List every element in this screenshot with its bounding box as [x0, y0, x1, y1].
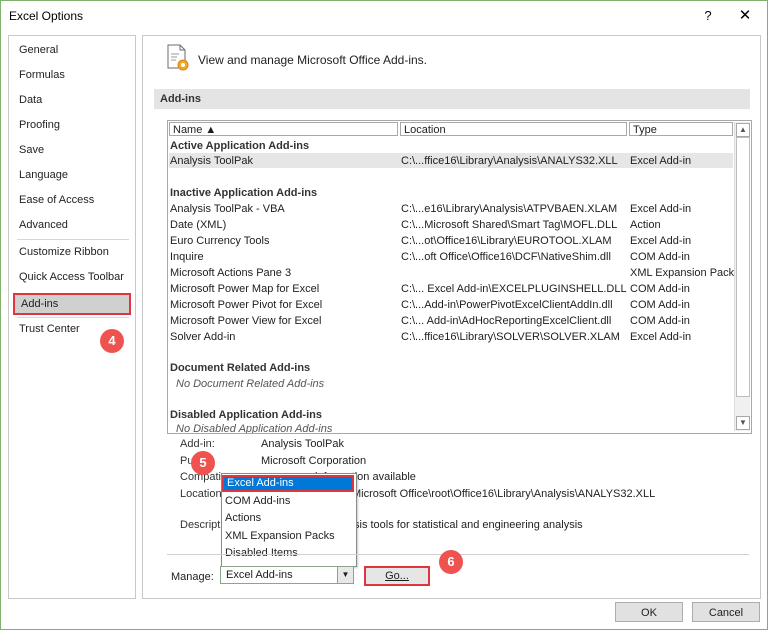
options-sidebar: General Formulas Data Proofing Save Lang… [8, 35, 136, 599]
dropdown-option-excel-add-ins[interactable]: Excel Add-ins [222, 475, 354, 492]
table-row-type[interactable]: Action [630, 218, 661, 232]
sidebar-item-formulas[interactable]: Formulas [19, 69, 65, 81]
sidebar-divider [17, 317, 129, 318]
step-badge-6: 6 [439, 550, 463, 574]
add-ins-gear-icon [167, 44, 189, 71]
detail-location-label: Location [180, 488, 222, 500]
sidebar-item-language[interactable]: Language [19, 169, 68, 181]
sidebar-item-general[interactable]: General [19, 44, 58, 56]
scroll-up-arrow-icon[interactable]: ▲ [736, 123, 750, 137]
step-badge-5: 5 [191, 451, 215, 475]
table-row-name[interactable]: Microsoft Power Map for Excel [170, 282, 319, 296]
add-ins-panel: View and manage Microsoft Office Add-ins… [142, 35, 761, 599]
table-row-name[interactable]: Microsoft Actions Pane 3 [170, 266, 291, 280]
table-row-location[interactable]: C:\...Microsoft Shared\Smart Tag\MOFL.DL… [401, 218, 617, 232]
sidebar-item-advanced[interactable]: Advanced [19, 219, 68, 231]
dropdown-option-actions[interactable]: Actions [222, 510, 354, 527]
table-row-location[interactable]: C:\...ot\Office16\Library\EUROTOOL.XLAM [401, 234, 612, 248]
table-row-type[interactable]: COM Add-in [630, 314, 690, 328]
column-header-type[interactable]: Type [629, 122, 733, 136]
sidebar-item-ease-of-access[interactable]: Ease of Access [19, 194, 94, 206]
chevron-down-icon[interactable]: ▼ [337, 567, 353, 583]
table-row-type[interactable]: Excel Add-in [630, 234, 691, 248]
excel-options-window: Excel Options ? ✕ General Formulas Data … [0, 0, 768, 630]
ok-button[interactable]: OK [615, 602, 683, 622]
manage-dropdown-list[interactable]: Excel Add-ins COM Add-ins Actions XML Ex… [221, 473, 357, 567]
column-header-name[interactable]: Name ▲ [169, 122, 398, 136]
panel-heading: View and manage Microsoft Office Add-ins… [198, 53, 428, 67]
detail-desc-label: Descript [180, 519, 221, 531]
dropdown-option-com-add-ins[interactable]: COM Add-ins [222, 493, 354, 510]
manage-select[interactable]: Excel Add-ins ▼ [220, 566, 354, 584]
scroll-thumb[interactable] [736, 137, 750, 397]
document-empty-text: No Document Related Add-ins [176, 378, 325, 390]
sidebar-item-save[interactable]: Save [19, 144, 44, 156]
add-ins-table[interactable]: Name ▲ Location Type Active Application … [167, 120, 752, 434]
add-ins-section-header: Add-ins [154, 89, 750, 109]
table-row-location[interactable]: C:\... Add-in\AdHocReportingExcelClient.… [401, 314, 611, 328]
table-row-name[interactable]: Analysis ToolPak - VBA [170, 202, 285, 216]
manage-label: Manage: [171, 571, 214, 583]
sidebar-item-add-ins[interactable]: Add-ins [13, 293, 131, 315]
detail-location-value: Microsoft Office\root\Office16\Library\A… [352, 488, 656, 500]
scroll-down-arrow-icon[interactable]: ▼ [736, 416, 750, 430]
sidebar-divider [17, 239, 129, 240]
detail-desc-value: sis tools for statistical and engineerin… [354, 519, 583, 531]
table-row-location[interactable]: C:\...ffice16\Library\Analysis\ANALYS32.… [401, 154, 618, 168]
group-disabled: Disabled Application Add-ins [170, 409, 322, 421]
sidebar-item-data[interactable]: Data [19, 94, 42, 106]
sidebar-item-customize-ribbon[interactable]: Customize Ribbon [19, 246, 109, 258]
go-button[interactable]: Go... [364, 566, 430, 586]
group-document-related: Document Related Add-ins [170, 362, 311, 374]
sidebar-item-proofing[interactable]: Proofing [19, 119, 60, 131]
table-row-type[interactable]: XML Expansion Pack [630, 266, 734, 280]
table-row-location[interactable]: C:\...Add-in\PowerPivotExcelClientAddIn.… [401, 298, 613, 312]
table-row-type[interactable]: Excel Add-in [630, 202, 691, 216]
title-bar: Excel Options ? ✕ [1, 1, 767, 31]
group-inactive: Inactive Application Add-ins [170, 187, 318, 199]
table-row-type[interactable]: COM Add-in [630, 250, 690, 264]
sidebar-item-quick-access-toolbar[interactable]: Quick Access Toolbar [19, 271, 124, 283]
table-row-location[interactable]: C:\...ffice16\Library\SOLVER\SOLVER.XLAM [401, 330, 620, 344]
sidebar-item-add-ins-label: Add-ins [21, 298, 59, 310]
group-active: Active Application Add-ins [170, 140, 310, 152]
step-badge-4: 4 [100, 329, 124, 353]
table-row-location[interactable]: C:\... Excel Add-in\EXCELPLUGINSHELL.DLL [401, 282, 627, 296]
manage-select-value: Excel Add-ins [226, 569, 293, 581]
table-row-name[interactable]: Euro Currency Tools [170, 234, 269, 248]
table-row-name[interactable]: Solver Add-in [170, 330, 235, 344]
table-row-type[interactable]: COM Add-in [630, 298, 690, 312]
detail-publisher-value: Microsoft Corporation [261, 455, 367, 467]
column-header-location[interactable]: Location [400, 122, 627, 136]
disabled-empty-text: No Disabled Application Add-ins [176, 423, 333, 434]
cancel-button[interactable]: Cancel [692, 602, 760, 622]
sidebar-item-trust-center[interactable]: Trust Center [19, 323, 80, 335]
table-row-type[interactable]: Excel Add-in [630, 330, 691, 344]
table-row-location[interactable]: C:\...oft Office\Office16\DCF\NativeShim… [401, 250, 611, 264]
detail-addin-label: Add-in: [180, 438, 215, 450]
close-button[interactable]: ✕ [733, 5, 757, 27]
section-label: Add-ins [160, 93, 201, 105]
table-row-type[interactable]: Excel Add-in [630, 154, 691, 168]
table-row-type[interactable]: COM Add-in [630, 282, 690, 296]
help-button[interactable]: ? [698, 6, 718, 26]
table-row-name[interactable]: Date (XML) [170, 218, 226, 232]
dropdown-option-xml-expansion-packs[interactable]: XML Expansion Packs [222, 528, 354, 545]
table-row-name[interactable]: Microsoft Power Pivot for Excel [170, 298, 322, 312]
detail-addin-value: Analysis ToolPak [261, 438, 344, 450]
table-scrollbar[interactable]: ▲ ▼ [734, 122, 750, 431]
table-row-name[interactable]: Analysis ToolPak [170, 154, 253, 168]
table-row-location[interactable]: C:\...e16\Library\Analysis\ATPVBAEN.XLAM [401, 202, 617, 216]
window-title: Excel Options [9, 9, 84, 23]
table-row-name[interactable]: Microsoft Power View for Excel [170, 314, 321, 328]
table-row-name[interactable]: Inquire [170, 250, 204, 264]
